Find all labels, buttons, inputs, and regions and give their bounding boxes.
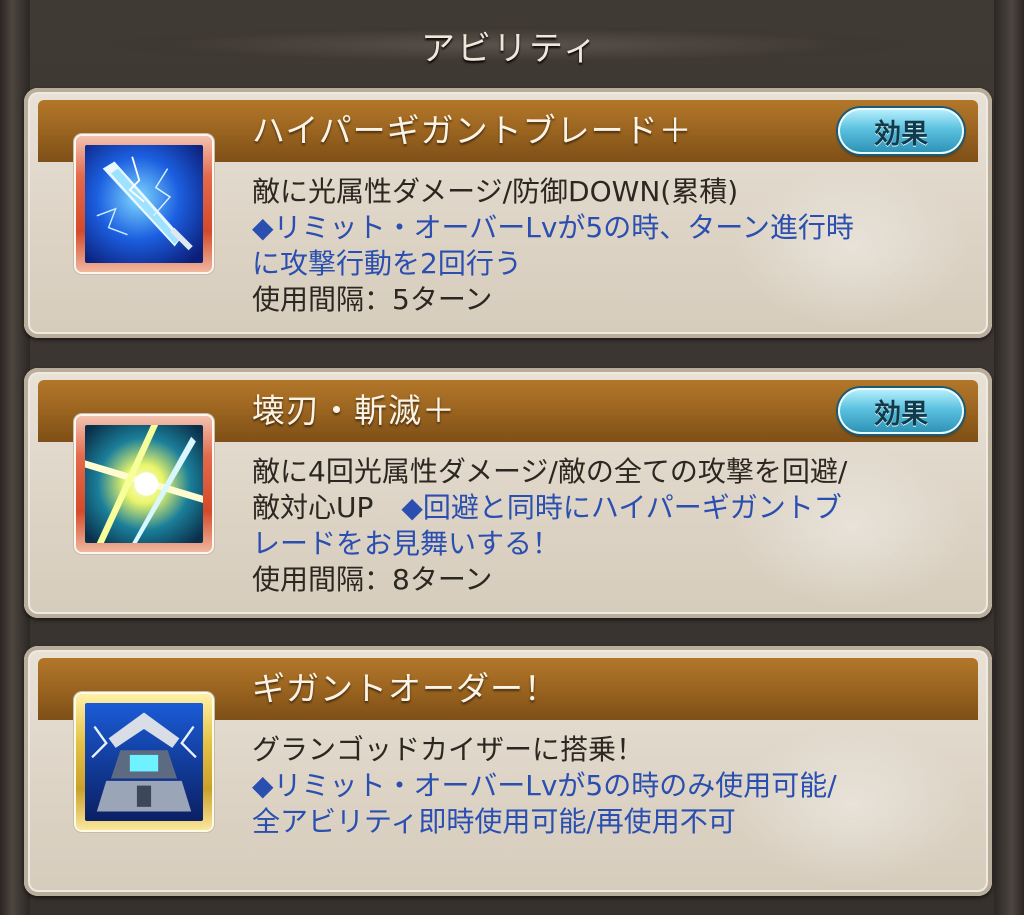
desc-line: に攻撃行動を2回行う xyxy=(252,247,522,280)
ability-description: グランゴッドカイザーに搭乗！ ◆リミット・オーバーLvが5の時のみ使用可能/ 全… xyxy=(252,732,972,840)
desc-line: グランゴッドカイザーに搭乗！ xyxy=(252,733,645,766)
cooldown-text: 使用間隔：8ターン xyxy=(252,563,493,596)
page-title: アビリティ xyxy=(421,28,599,69)
effect-button[interactable]: 効果 xyxy=(838,108,964,154)
section-header: アビリティ xyxy=(110,18,910,72)
desc-line: ◆リミット・オーバーLvが5の時、ターン進行時 xyxy=(252,211,854,244)
desc-line: ◆リミット・オーバーLvが5の時のみ使用可能/ xyxy=(252,769,837,802)
lightning-sword-icon xyxy=(76,136,212,272)
frame-right-border xyxy=(994,0,1024,915)
ability-name: ハイパーギガントブレード＋ xyxy=(252,111,693,150)
ability-name: ギガントオーダー！ xyxy=(252,669,558,708)
mecha-robot-icon xyxy=(76,694,212,830)
ability-name: 壊刃・斬滅＋ xyxy=(252,391,456,430)
ability-description: 敵に4回光属性ダメージ/敵の全ての攻撃を回避/ 敵対心UP ◆回避と同時にハイパ… xyxy=(252,454,972,598)
ability-card-1[interactable]: ハイパーギガントブレード＋ 効果 敵に光属性ダメージ/防御DOWN(累積) ◆リ… xyxy=(24,88,992,338)
desc-line: レードをお見舞いする！ xyxy=(252,527,561,560)
cooldown-text: 使用間隔：5ターン xyxy=(252,283,493,316)
desc-line: 全アビリティ即時使用可能/再使用不可 xyxy=(252,805,736,838)
ability-card-3[interactable]: ギガントオーダー！ グランゴッドカイザーに搭乗！ ◆リミット・オーバーLvが5の… xyxy=(24,646,992,896)
desc-text-highlight: ◆回避と同時にハイパーギガントブ xyxy=(401,491,842,524)
desc-line: 敵に4回光属性ダメージ/敵の全ての攻撃を回避/ xyxy=(252,455,848,488)
effect-button[interactable]: 効果 xyxy=(838,388,964,434)
desc-line: 敵に光属性ダメージ/防御DOWN(累積) xyxy=(252,175,739,208)
burst-slash-icon xyxy=(76,416,212,552)
ability-description: 敵に光属性ダメージ/防御DOWN(累積) ◆リミット・オーバーLvが5の時、ター… xyxy=(252,174,972,318)
desc-text: 敵対心UP xyxy=(252,491,402,524)
desc-line: 敵対心UP ◆回避と同時にハイパーギガントブ xyxy=(252,490,972,526)
ability-card-2[interactable]: 壊刃・斬滅＋ 効果 敵に4回光属性ダメージ/敵の全ての攻撃を回避/ 敵対心UP … xyxy=(24,368,992,618)
